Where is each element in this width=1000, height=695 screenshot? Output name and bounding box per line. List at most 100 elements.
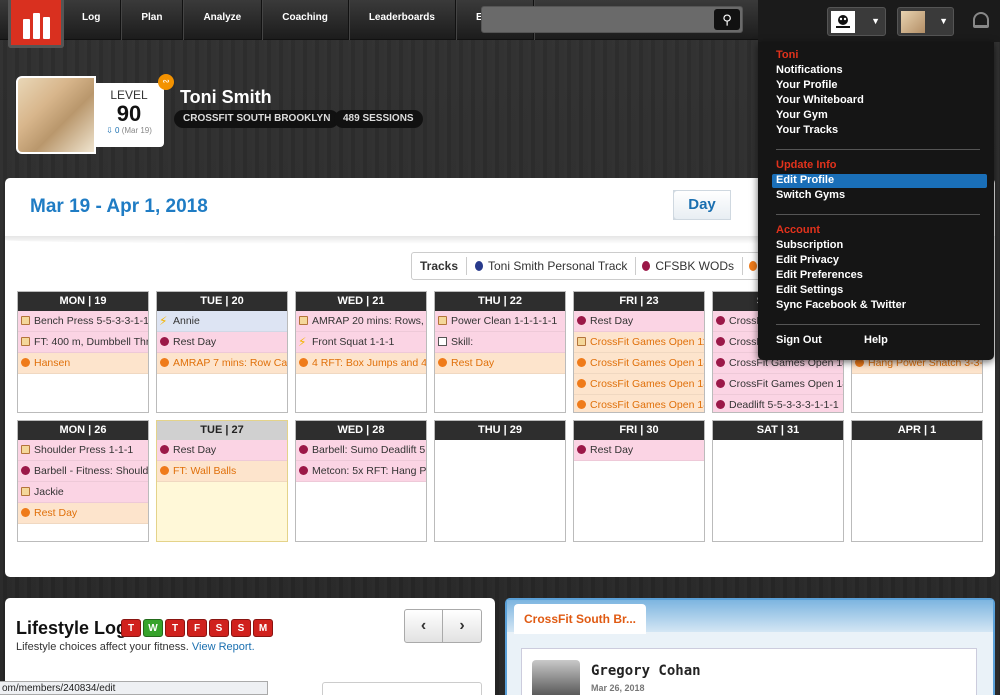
lifestyle-day-badge[interactable]: T: [121, 619, 141, 637]
menu-sign-out[interactable]: Sign Out: [776, 334, 822, 346]
nav-log[interactable]: Log: [62, 0, 122, 40]
menu-edit-settings[interactable]: Edit Settings: [776, 284, 843, 296]
day-header[interactable]: WED | 28: [296, 421, 426, 440]
calendar-day[interactable]: MON | 19 Bench Press 5-5-3-3-1-1-1 FT: 400…: [17, 291, 149, 413]
calendar-day[interactable]: APR | 1: [851, 420, 983, 542]
lifestyle-day-badge[interactable]: W: [143, 619, 163, 637]
calendar-event[interactable]: CrossFit Games Open 18: [574, 374, 704, 395]
calendar-event[interactable]: AMRAP 7 mins: Row Calories: [157, 353, 287, 374]
nav-analyze[interactable]: Analyze: [183, 0, 263, 40]
calendar-event[interactable]: ⚡ Front Squat 1-1-1: [296, 332, 426, 353]
day-header[interactable]: SAT | 31: [713, 421, 843, 440]
calendar-event[interactable]: FT: 400 m, Dumbbell Thrusters: [18, 332, 148, 353]
track-cfsbk[interactable]: CFSBK WODs: [655, 259, 734, 273]
calendar-event[interactable]: Skill:: [435, 332, 565, 353]
user-menu-button[interactable]: ▼: [897, 7, 954, 36]
nav-leaderboards[interactable]: Leaderboards: [349, 0, 456, 40]
menu-your-gym[interactable]: Your Gym: [776, 109, 828, 121]
next-button[interactable]: ›: [443, 609, 482, 643]
logo[interactable]: [8, 0, 64, 48]
lifestyle-day-badge[interactable]: F: [187, 619, 207, 637]
calendar-event[interactable]: Jackie: [18, 482, 148, 503]
calendar-event[interactable]: 4 RFT: Box Jumps and 40: [296, 353, 426, 374]
gym-switcher-button[interactable]: ▼: [827, 7, 886, 36]
gym-chip[interactable]: CROSSFIT SOUTH BROOKLYN: [174, 110, 340, 128]
day-header[interactable]: MON | 26: [18, 421, 148, 440]
menu-subscription[interactable]: Subscription: [776, 239, 843, 251]
calendar-event[interactable]: Power Clean 1-1-1-1-1: [435, 311, 565, 332]
calendar-event[interactable]: Rest Day: [18, 503, 148, 524]
calendar-event[interactable]: CrossFit Games Open 11: [574, 332, 704, 353]
calendar-event[interactable]: Rest Day: [435, 353, 565, 374]
menu-edit-preferences[interactable]: Edit Preferences: [776, 269, 863, 281]
post-author[interactable]: Gregory Cohan: [591, 663, 701, 679]
nav-plan[interactable]: Plan: [121, 0, 184, 40]
calendar-day[interactable]: MON | 26 Shoulder Press 1-1-1 Barbell - Fi…: [17, 420, 149, 542]
day-header[interactable]: FRI | 23: [574, 292, 704, 311]
note-icon: [438, 316, 447, 325]
day-header[interactable]: TUE | 20: [157, 292, 287, 311]
lifestyle-day-badge[interactable]: S: [231, 619, 251, 637]
day-header[interactable]: FRI | 30: [574, 421, 704, 440]
calendar-event[interactable]: Rest Day: [157, 332, 287, 353]
calendar-event[interactable]: CrossFit Games Open 18: [574, 395, 704, 412]
menu-sync-social[interactable]: Sync Facebook & Twitter: [776, 299, 906, 311]
search-icon[interactable]: ⚲: [714, 9, 740, 30]
calendar-day[interactable]: THU | 22 Power Clean 1-1-1-1-1 Skill: Rest …: [434, 291, 566, 413]
calendar-event[interactable]: Barbell: Sumo Deadlift 5: [296, 440, 426, 461]
avatar[interactable]: [532, 660, 580, 695]
calendar-day[interactable]: WED | 21 AMRAP 20 mins: Rows, C ⚡ Front Squ…: [295, 291, 427, 413]
view-day-button[interactable]: Day: [673, 190, 731, 220]
calendar-event[interactable]: AMRAP 20 mins: Rows, C: [296, 311, 426, 332]
lifestyle-day-badge[interactable]: T: [165, 619, 185, 637]
menu-your-profile[interactable]: Your Profile: [776, 79, 838, 91]
calendar-day[interactable]: FRI | 30 Rest Day: [573, 420, 705, 542]
calendar-event[interactable]: Shoulder Press 1-1-1: [18, 440, 148, 461]
lifestyle-input[interactable]: [322, 682, 482, 695]
calendar-event[interactable]: Hansen: [18, 353, 148, 374]
event-label: Shoulder Press 1-1-1: [34, 444, 134, 456]
calendar-event[interactable]: CrossFit Games Open 18: [574, 353, 704, 374]
menu-switch-gyms[interactable]: Switch Gyms: [776, 189, 845, 201]
calendar-day[interactable]: SAT | 31: [712, 420, 844, 542]
calendar-day[interactable]: TUE | 27 Rest Day FT: Wall Balls: [156, 420, 288, 542]
calendar-day[interactable]: TUE | 20 ⚡ Annie Rest Day AMRAP 7 mins: Row …: [156, 291, 288, 413]
menu-edit-privacy[interactable]: Edit Privacy: [776, 254, 839, 266]
day-header[interactable]: THU | 22: [435, 292, 565, 311]
calendar-event[interactable]: Deadlift 5-5-3-3-3-1-1-1: [713, 395, 843, 412]
calendar-event[interactable]: Rest Day: [574, 440, 704, 461]
menu-edit-profile[interactable]: Edit Profile: [776, 174, 834, 186]
view-report-link[interactable]: View Report.: [192, 641, 255, 653]
profile-name[interactable]: Toni Smith: [180, 87, 272, 108]
prev-button[interactable]: ‹: [404, 609, 443, 643]
calendar-event[interactable]: Rest Day: [157, 440, 287, 461]
calendar-event[interactable]: FT: Wall Balls: [157, 461, 287, 482]
calendar-day[interactable]: FRI | 23 Rest Day CrossFit Games Open 11 Cr…: [573, 291, 705, 413]
menu-help[interactable]: Help: [864, 334, 888, 346]
profile-avatar[interactable]: [16, 76, 96, 154]
calendar-event[interactable]: CrossFit Games Open 18: [713, 374, 843, 395]
day-header[interactable]: MON | 19: [18, 292, 148, 311]
gym-logo-icon: [831, 11, 855, 33]
menu-your-whiteboard[interactable]: Your Whiteboard: [776, 94, 864, 106]
day-header[interactable]: TUE | 27: [157, 421, 287, 440]
day-header[interactable]: APR | 1: [852, 421, 982, 440]
track-personal[interactable]: Toni Smith Personal Track: [488, 259, 627, 273]
menu-notifications[interactable]: Notifications: [776, 64, 843, 76]
calendar-day[interactable]: THU | 29: [434, 420, 566, 542]
calendar-day[interactable]: WED | 28 Barbell: Sumo Deadlift 5 Metcon: …: [295, 420, 427, 542]
calendar-event[interactable]: Metcon: 5x RFT: Hang Po: [296, 461, 426, 482]
day-header[interactable]: WED | 21: [296, 292, 426, 311]
lifestyle-day-badge[interactable]: S: [209, 619, 229, 637]
calendar-event[interactable]: Rest Day: [574, 311, 704, 332]
search-input[interactable]: ⚲: [481, 6, 743, 33]
bell-icon[interactable]: [973, 12, 989, 28]
calendar-event[interactable]: Bench Press 5-5-3-3-1-1-1: [18, 311, 148, 332]
day-header[interactable]: THU | 29: [435, 421, 565, 440]
calendar-event[interactable]: ⚡ Annie: [157, 311, 287, 332]
lifestyle-day-badge[interactable]: M: [253, 619, 273, 637]
gym-feed-tab[interactable]: CrossFit South Br...: [514, 604, 647, 634]
menu-your-tracks[interactable]: Your Tracks: [776, 124, 838, 136]
calendar-event[interactable]: Barbell - Fitness: Shoulder: [18, 461, 148, 482]
nav-coaching[interactable]: Coaching: [262, 0, 349, 40]
